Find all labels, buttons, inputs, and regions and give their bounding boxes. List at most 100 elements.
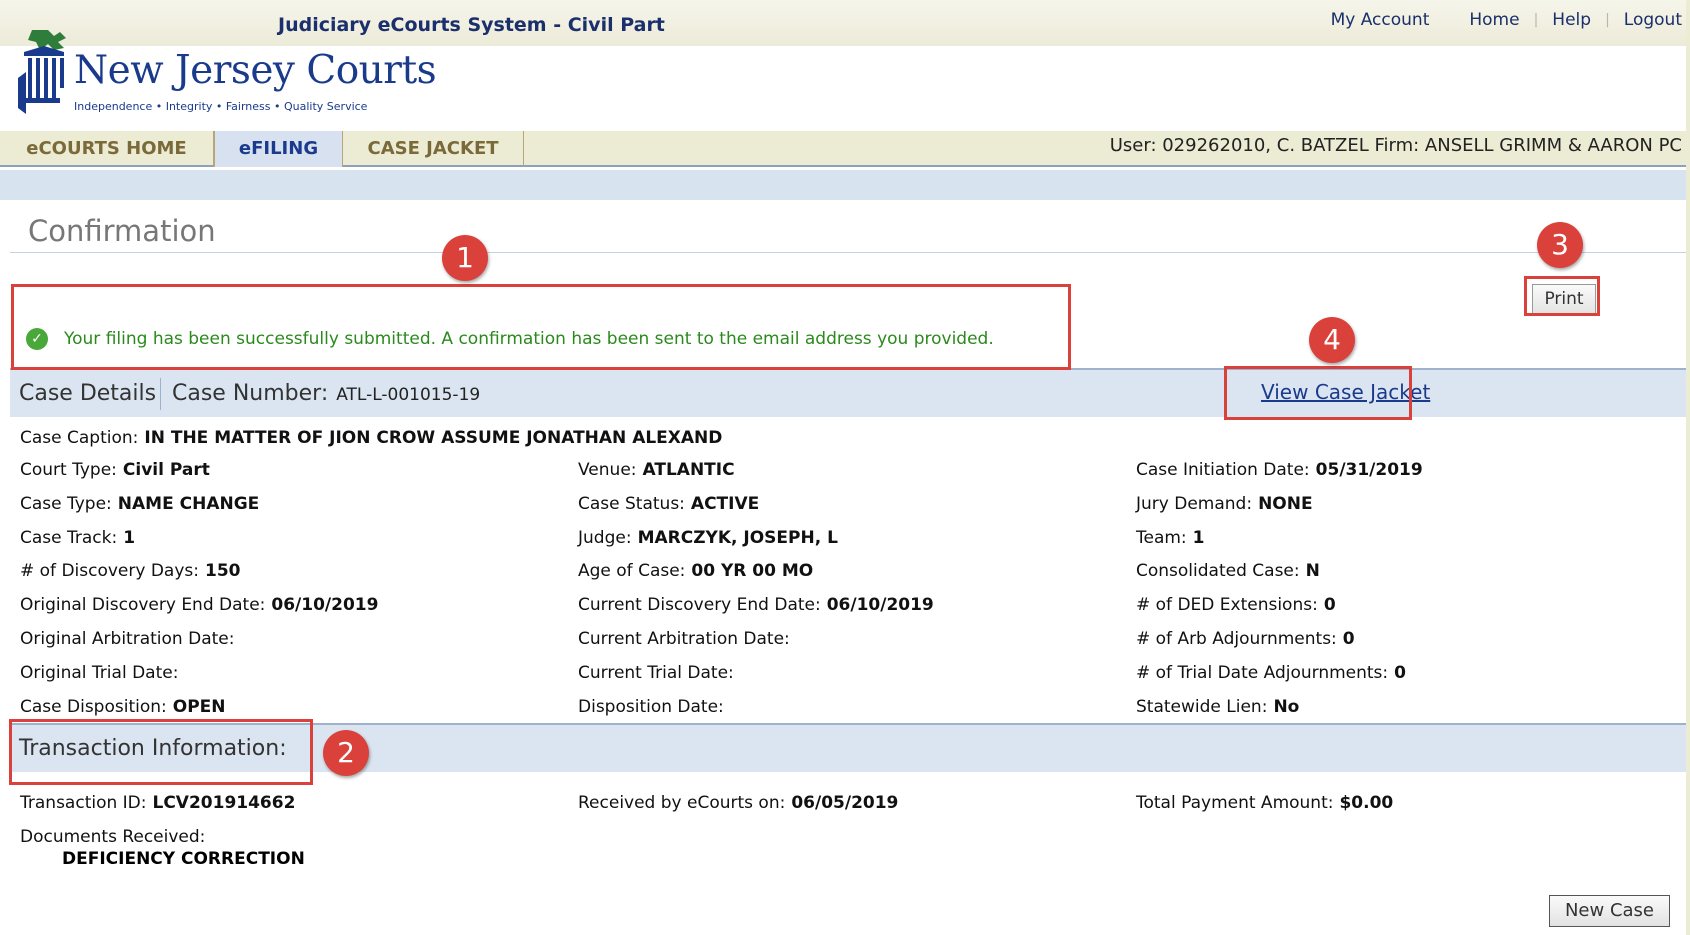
received-value: 06/05/2019 bbox=[791, 793, 899, 813]
detail-value: 0 bbox=[1394, 662, 1406, 683]
detail-value: 06/10/2019 bbox=[271, 595, 379, 616]
link-separator: | bbox=[1533, 12, 1539, 28]
tab-case-jacket[interactable]: CASE JACKET bbox=[343, 131, 524, 167]
new-case-button[interactable]: New Case bbox=[1549, 895, 1670, 927]
help-link[interactable]: Help bbox=[1552, 10, 1591, 30]
detail-field: Current Trial Date: bbox=[578, 663, 740, 683]
logout-link[interactable]: Logout bbox=[1624, 10, 1682, 30]
annotation-badge-3: 3 bbox=[1537, 222, 1583, 268]
page-title: Confirmation bbox=[28, 214, 216, 248]
detail-value: 05/31/2019 bbox=[1315, 460, 1423, 480]
link-separator: | bbox=[1605, 12, 1610, 28]
detail-field: Case Track: 1 bbox=[20, 528, 135, 548]
total-payment: Total Payment Amount: $0.00 bbox=[1136, 793, 1393, 813]
detail-label: Court Type: bbox=[20, 460, 117, 480]
detail-field: Case Initiation Date: 05/31/2019 bbox=[1136, 460, 1423, 480]
case-number-value: ATL-L-001015-19 bbox=[336, 385, 481, 405]
detail-field: Judge: MARCZYK, JOSEPH, L bbox=[578, 528, 838, 548]
detail-field: Disposition Date: bbox=[578, 697, 730, 717]
detail-value: 00 YR 00 MO bbox=[691, 561, 814, 582]
annotation-box-4 bbox=[1224, 366, 1412, 420]
annotation-badge-4: 4 bbox=[1309, 317, 1355, 363]
detail-label: Disposition Date: bbox=[578, 696, 724, 717]
case-number: Case Number: ATL-L-001015-19 bbox=[172, 381, 480, 406]
annotation-box-3 bbox=[1524, 276, 1600, 316]
top-links: My Account Home | Help | Logout bbox=[1331, 10, 1682, 30]
detail-value: ATLANTIC bbox=[642, 460, 735, 480]
case-caption-value: IN THE MATTER OF JION CROW ASSUME JONATH… bbox=[144, 428, 723, 448]
logo-tagline: Independence • Integrity • Fairness • Qu… bbox=[74, 100, 368, 113]
detail-label: Jury Demand: bbox=[1136, 493, 1253, 514]
detail-label: # of Arb Adjournments: bbox=[1136, 629, 1337, 649]
detail-field: Original Trial Date: bbox=[20, 663, 184, 683]
my-account-link[interactable]: My Account bbox=[1331, 10, 1430, 30]
detail-label: Case Disposition: bbox=[20, 696, 167, 717]
user-info: User: 029262010, C. BATZEL Firm: ANSELL … bbox=[1109, 135, 1682, 156]
detail-value: MARCZYK, JOSEPH, L bbox=[637, 527, 838, 548]
detail-value: 0 bbox=[1342, 629, 1355, 649]
detail-label: Case Type: bbox=[20, 493, 112, 514]
detail-value: 1 bbox=[1192, 527, 1205, 548]
detail-label: Statewide Lien: bbox=[1136, 696, 1268, 717]
right-edge bbox=[1686, 0, 1690, 935]
detail-label: Venue: bbox=[578, 460, 637, 480]
detail-field: Venue: ATLANTIC bbox=[578, 460, 735, 480]
detail-label: Original Trial Date: bbox=[20, 662, 179, 683]
detail-field: # of Trial Date Adjournments: 0 bbox=[1136, 663, 1406, 683]
detail-field: Age of Case: 00 YR 00 MO bbox=[578, 561, 813, 581]
detail-field: Current Discovery End Date: 06/10/2019 bbox=[578, 595, 934, 615]
detail-field: # of Discovery Days: 150 bbox=[20, 561, 240, 581]
detail-field: # of Arb Adjournments: 0 bbox=[1136, 629, 1355, 649]
detail-label: Case Track: bbox=[20, 527, 118, 548]
detail-label: Age of Case: bbox=[578, 561, 686, 582]
home-link[interactable]: Home bbox=[1469, 10, 1519, 30]
case-number-label: Case Number: bbox=[172, 381, 329, 406]
detail-field: Consolidated Case: N bbox=[1136, 561, 1320, 581]
annotation-badge-1: 1 bbox=[442, 235, 488, 281]
detail-value: 0 bbox=[1323, 595, 1336, 616]
logo-text: New Jersey Courts bbox=[74, 48, 437, 93]
tab-ecourts-home[interactable]: eCOURTS HOME bbox=[0, 131, 214, 167]
detail-field: Jury Demand: NONE bbox=[1136, 494, 1313, 514]
annotation-box-2 bbox=[9, 719, 313, 785]
detail-field: Current Arbitration Date: bbox=[578, 629, 796, 649]
detail-label: Consolidated Case: bbox=[1136, 561, 1300, 582]
detail-field: Case Disposition: OPEN bbox=[20, 697, 226, 717]
detail-label: Current Trial Date: bbox=[578, 662, 734, 683]
detail-value: Civil Part bbox=[122, 460, 210, 480]
detail-value: 150 bbox=[204, 561, 241, 582]
detail-field: # of DED Extensions: 0 bbox=[1136, 595, 1336, 615]
documents-received-item: DEFICIENCY CORRECTION bbox=[62, 849, 305, 869]
received-label: Received by eCourts on: bbox=[578, 793, 786, 813]
transaction-id-label: Transaction ID: bbox=[20, 793, 147, 813]
detail-label: # of Trial Date Adjournments: bbox=[1136, 662, 1389, 683]
detail-value: NAME CHANGE bbox=[117, 493, 260, 514]
payment-label: Total Payment Amount: bbox=[1136, 793, 1334, 813]
detail-label: Case Status: bbox=[578, 493, 685, 514]
detail-field: Original Arbitration Date: bbox=[20, 629, 240, 649]
documents-received-label: Documents Received: bbox=[20, 827, 206, 847]
detail-label: # of Discovery Days: bbox=[20, 561, 199, 582]
case-caption: Case Caption: IN THE MATTER OF JION CROW … bbox=[20, 428, 722, 448]
transaction-id: Transaction ID: LCV201914662 bbox=[20, 793, 295, 813]
tab-efiling[interactable]: eFILING bbox=[214, 131, 343, 167]
detail-field: Statewide Lien: No bbox=[1136, 697, 1299, 717]
detail-field: Case Status: ACTIVE bbox=[578, 494, 759, 514]
detail-label: Judge: bbox=[578, 527, 632, 548]
header-divider bbox=[160, 378, 161, 410]
detail-field: Team: 1 bbox=[1136, 528, 1205, 548]
detail-value: NONE bbox=[1258, 493, 1313, 514]
detail-label: Original Discovery End Date: bbox=[20, 595, 266, 616]
transaction-id-value: LCV201914662 bbox=[152, 793, 296, 813]
case-details-header: Case Details Case Number: ATL-L-001015-19… bbox=[10, 368, 1690, 417]
detail-label: Team: bbox=[1136, 527, 1187, 548]
case-caption-label: Case Caption: bbox=[20, 428, 139, 448]
payment-value: $0.00 bbox=[1339, 793, 1394, 813]
detail-label: # of DED Extensions: bbox=[1136, 595, 1318, 616]
detail-value: 06/10/2019 bbox=[826, 595, 934, 616]
blue-strip bbox=[0, 170, 1690, 200]
detail-label: Original Arbitration Date: bbox=[20, 629, 235, 649]
annotation-badge-2: 2 bbox=[323, 730, 369, 776]
detail-label: Case Initiation Date: bbox=[1136, 460, 1310, 480]
detail-label: Current Arbitration Date: bbox=[578, 629, 790, 649]
